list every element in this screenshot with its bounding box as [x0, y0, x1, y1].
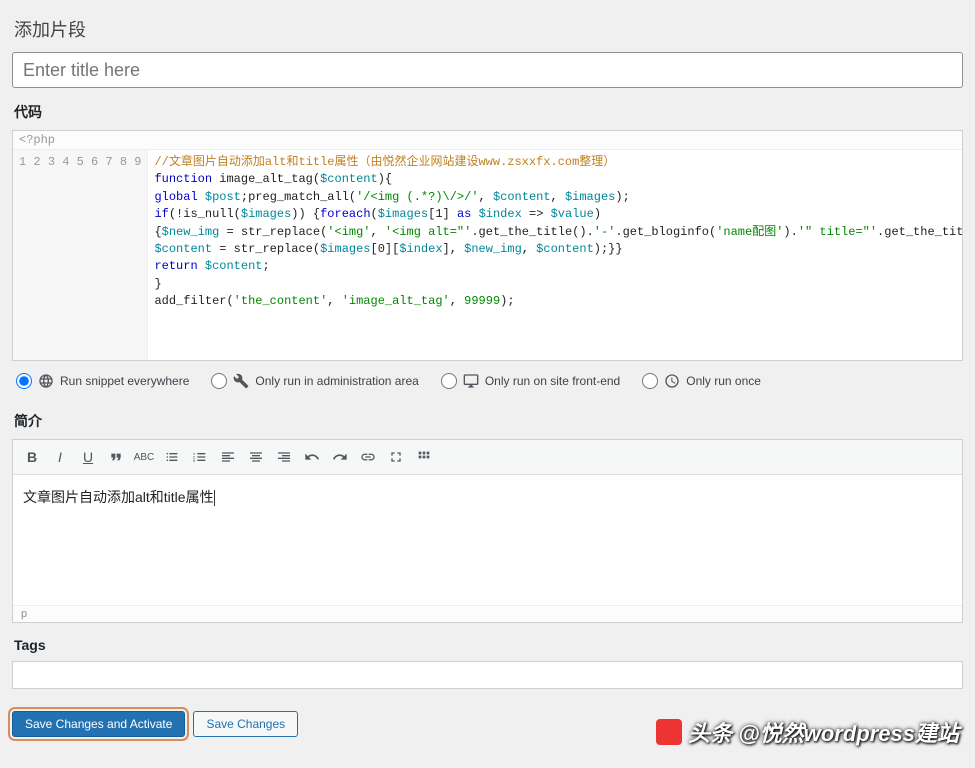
strike-button[interactable]: ABC [131, 444, 157, 470]
scope-radio-once[interactable] [642, 373, 658, 389]
scope-frontend[interactable]: Only run on site front-end [441, 373, 620, 389]
align-left-button[interactable] [215, 444, 241, 470]
bold-button[interactable]: B [19, 444, 45, 470]
align-center-button[interactable] [243, 444, 269, 470]
intro-label: 简介 [14, 411, 963, 431]
save-activate-button[interactable]: Save Changes and Activate [12, 711, 185, 737]
scope-label: Only run once [686, 374, 761, 388]
scope-once[interactable]: Only run once [642, 373, 761, 389]
scope-label: Run snippet everywhere [60, 374, 189, 388]
scope-radio-admin[interactable] [211, 373, 227, 389]
italic-button[interactable]: I [47, 444, 73, 470]
page-heading: 添加片段 [14, 16, 963, 42]
scope-radio-frontend[interactable] [441, 373, 457, 389]
snippet-title-input[interactable] [12, 52, 963, 88]
save-button[interactable]: Save Changes [193, 711, 298, 737]
clock-icon [664, 373, 680, 389]
wrench-icon [233, 373, 249, 389]
scope-admin[interactable]: Only run in administration area [211, 373, 418, 389]
redo-button[interactable] [327, 444, 353, 470]
ol-button[interactable] [187, 444, 213, 470]
tags-label: Tags [14, 637, 963, 653]
line-number-gutter: 1 2 3 4 5 6 7 8 9 [13, 150, 148, 360]
toggle-toolbar-button[interactable] [411, 444, 437, 470]
php-open-tag: <?php [13, 131, 962, 150]
scope-label: Only run in administration area [255, 374, 418, 388]
editor-path: p [13, 605, 962, 622]
desktop-icon [463, 373, 479, 389]
align-right-button[interactable] [271, 444, 297, 470]
scope-everywhere[interactable]: Run snippet everywhere [16, 373, 189, 389]
editor-textarea[interactable]: 文章图片自动添加alt和title属性 [13, 475, 962, 605]
editor-toolbar: B I U ABC [13, 440, 962, 475]
description-editor: B I U ABC 文章图片自动添加alt和title属性 p [12, 439, 963, 623]
underline-button[interactable]: U [75, 444, 101, 470]
link-button[interactable] [355, 444, 381, 470]
scope-options: Run snippet everywhere Only run in admin… [12, 361, 963, 397]
code-label: 代码 [14, 102, 963, 122]
quote-button[interactable] [103, 444, 129, 470]
code-content[interactable]: //文章图片自动添加alt和title属性（由悦然企业网站建设www.zsxxf… [148, 150, 962, 360]
code-editor[interactable]: <?php 1 2 3 4 5 6 7 8 9 //文章图片自动添加alt和ti… [12, 130, 963, 361]
undo-button[interactable] [299, 444, 325, 470]
globe-icon [38, 373, 54, 389]
scope-radio-everywhere[interactable] [16, 373, 32, 389]
fullscreen-button[interactable] [383, 444, 409, 470]
scope-label: Only run on site front-end [485, 374, 620, 388]
ul-button[interactable] [159, 444, 185, 470]
tags-input[interactable] [12, 661, 963, 689]
